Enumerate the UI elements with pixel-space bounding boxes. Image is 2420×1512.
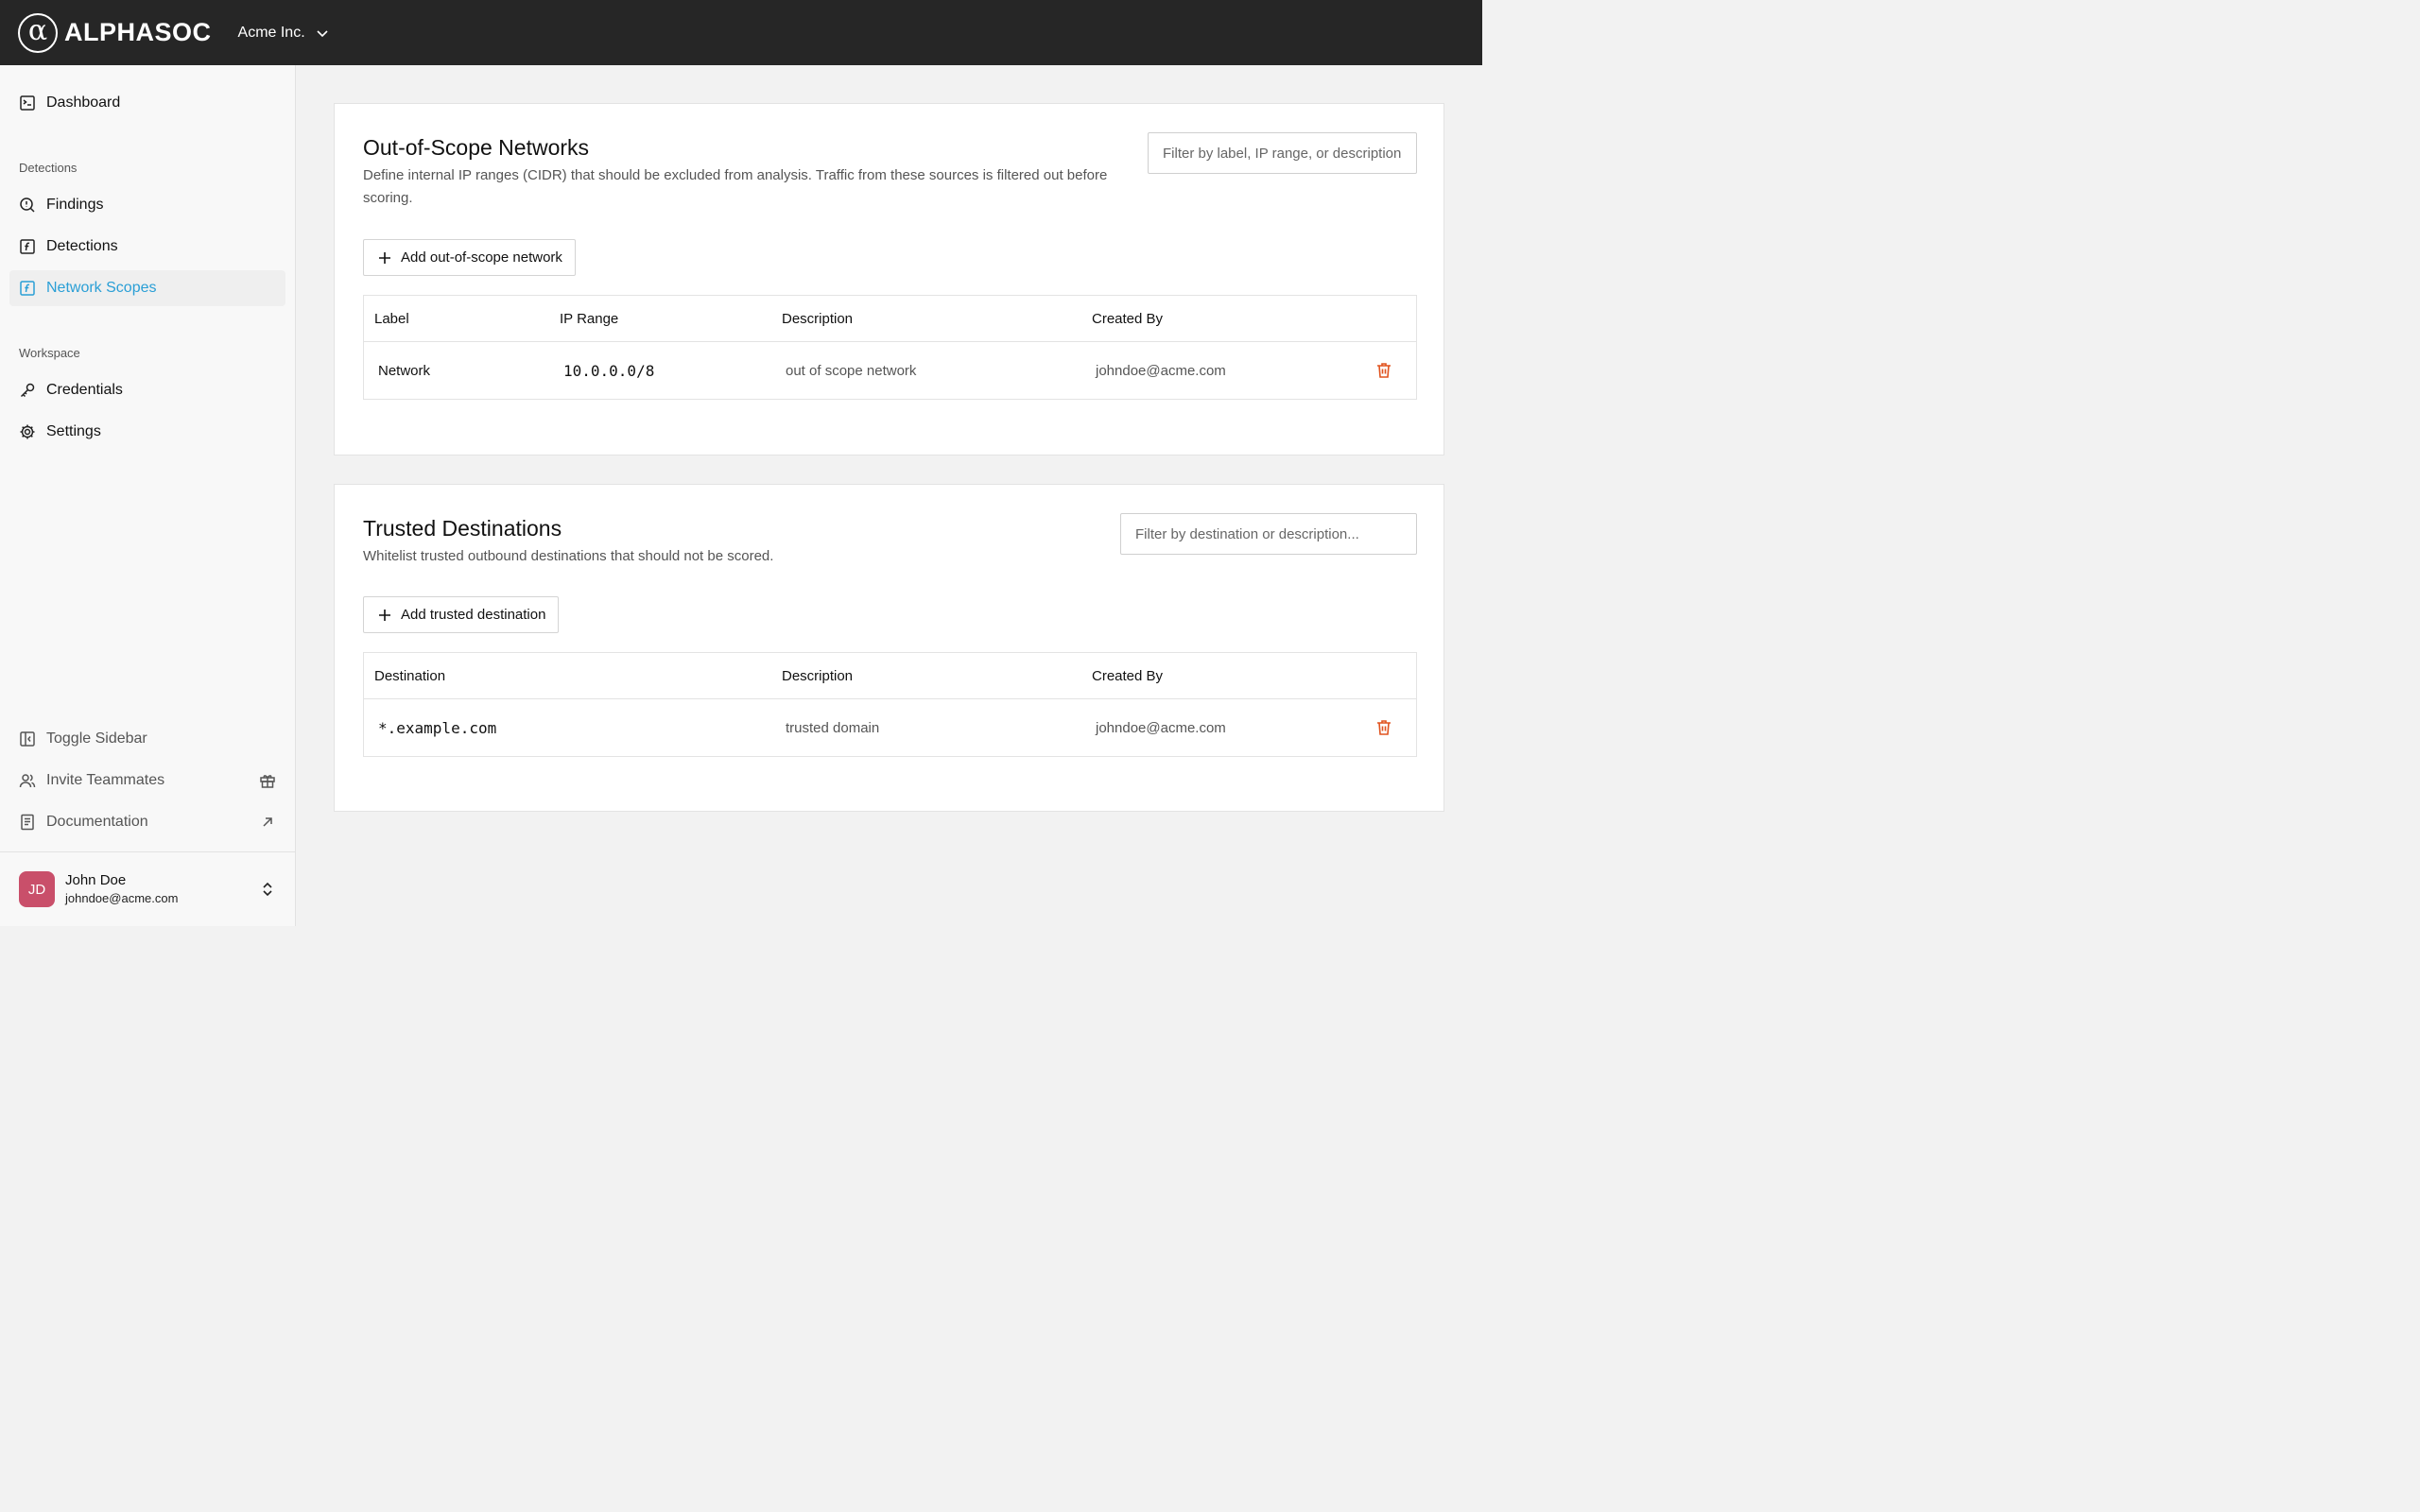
table-header: Destination Description Created By [364,653,1416,699]
top-bar: α ALPHASOC Acme Inc. [0,0,1482,65]
out-of-scope-networks-card: Out-of-Scope Networks Define internal IP… [334,103,1444,455]
sidebar-toggle-icon [20,731,35,747]
sidebar-item-settings[interactable]: Settings [9,414,285,450]
card-title: Out-of-Scope Networks [363,135,590,160]
sidebar-item-dashboard[interactable]: Dashboard [9,85,285,121]
book-icon [21,814,34,831]
trash-icon[interactable] [1374,718,1393,737]
avatar: JD [19,871,55,907]
column-header-description: Description [782,310,854,327]
cell-ip-range: 10.0.0.0/8 [563,361,655,380]
sidebar-item-label: Toggle Sidebar [46,730,147,747]
sidebar-item-label: Settings [46,423,101,439]
user-name: John Doe [65,872,127,889]
sidebar-item-label: Findings [46,197,104,213]
key-icon [20,383,35,398]
org-switcher[interactable]: Acme Inc. [238,19,330,47]
trusted-destinations-table: Destination Description Created By *.exa… [363,652,1417,757]
card-description: Whitelist trusted outbound destinations … [363,548,774,564]
sidebar-item-label: Credentials [46,382,123,398]
sidebar-item-invite-teammates[interactable]: Invite Teammates [9,763,285,799]
column-header-ip-range: IP Range [560,310,619,327]
sidebar-item-label: Detections [46,238,118,254]
org-name: Acme Inc. [237,24,305,41]
trusted-destinations-card: Trusted Destinations Whitelist trusted o… [334,484,1444,812]
table-row: Network 10.0.0.0/8 out of scope network … [364,342,1416,399]
logo[interactable]: α ALPHASOC [18,12,212,53]
plus-icon [379,609,390,621]
sidebar-item-label: Documentation [46,814,148,830]
user-menu[interactable]: JD John Doe johndoe@acme.com [0,851,295,926]
function-icon [20,239,35,254]
sidebar-item-toggle-sidebar[interactable]: Toggle Sidebar [9,721,285,757]
button-label: Add out-of-scope network [401,249,562,266]
out-of-scope-filter-input[interactable] [1148,132,1417,174]
sidebar-item-label: Dashboard [46,94,121,111]
user-info: John Doe johndoe@acme.com [65,871,178,907]
column-header-created-by: Created By [1092,310,1164,327]
gift-icon [260,775,275,788]
alpha-logo-icon: α [18,12,58,53]
table-row: *.example.com trusted domain johndoe@acm… [364,699,1416,756]
sidebar-item-network-scopes[interactable]: Network Scopes [9,270,285,306]
out-of-scope-table: Label IP Range Description Created By Ne… [363,295,1417,400]
trash-icon[interactable] [1374,361,1393,380]
sidebar-item-credentials[interactable]: Credentials [9,372,285,408]
add-trusted-destination-button[interactable]: Add trusted destination [363,596,560,633]
table-header: Label IP Range Description Created By [364,296,1416,342]
add-out-of-scope-network-button[interactable]: Add out-of-scope network [363,239,576,276]
brand-name: ALPHASOC [64,18,212,46]
sidebar-item-label: Invite Teammates [46,772,165,788]
sidebar-item-findings[interactable]: Findings [9,187,285,223]
gear-icon [20,424,35,439]
sidebar-item-label: Network Scopes [46,280,157,296]
trusted-filter-input[interactable] [1120,513,1417,555]
plus-icon [379,251,390,264]
column-header-destination: Destination [374,667,446,684]
users-icon [19,774,36,788]
chevron-down-icon [317,29,328,37]
column-header-label: Label [374,310,409,327]
column-header-description: Description [782,667,854,684]
cell-description: trusted domain [786,719,880,736]
cell-destination: *.example.com [378,718,497,737]
sidebar-item-detections[interactable]: Detections [9,229,285,265]
cell-created-by: johndoe@acme.com [1096,719,1226,736]
cell-label: Network [378,362,431,379]
dashboard-icon [20,95,35,111]
button-label: Add trusted destination [401,607,546,623]
user-email: johndoe@acme.com [65,891,179,906]
card-description: Define internal IP ranges (CIDR) that sh… [363,167,1108,206]
chevron-up-down-icon [263,882,272,897]
column-header-created-by: Created By [1092,667,1164,684]
search-alert-icon [20,198,35,213]
cell-description: out of scope network [786,362,917,379]
function-icon [20,281,35,296]
sidebar: Dashboard Detections Findings Detections… [0,65,296,926]
sidebar-item-documentation[interactable]: Documentation [9,804,285,840]
section-label-workspace: Workspace [19,346,80,360]
card-title: Trusted Destinations [363,516,562,541]
cell-created-by: johndoe@acme.com [1096,362,1226,379]
section-label-detections: Detections [19,161,78,175]
external-arrow-icon [263,817,272,827]
